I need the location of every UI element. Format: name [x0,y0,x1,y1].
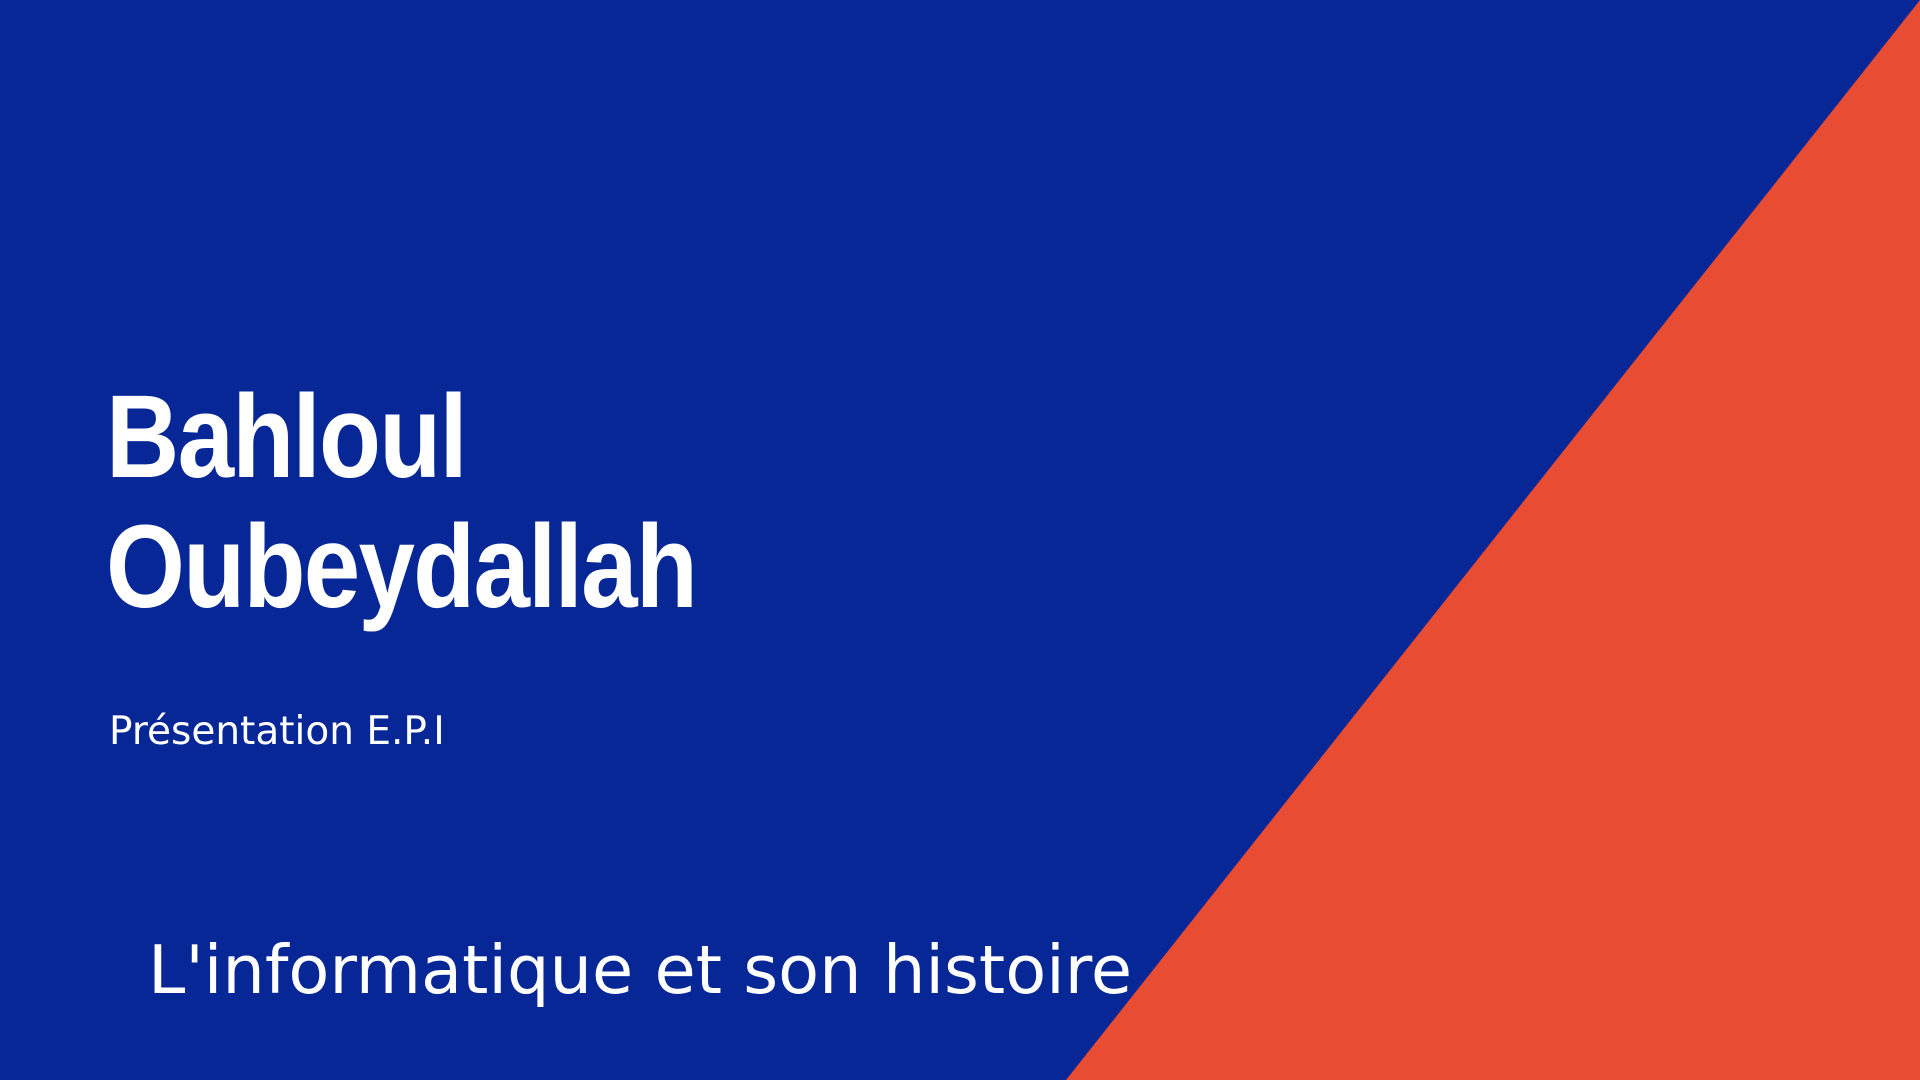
presentation-subtitle: Présentation E.P.I [109,709,445,754]
presentation-topic: L'informatique et son histoire [148,931,1133,1009]
presenter-name: Bahloul Oubeydallah [106,371,698,633]
presentation-slide: Bahloul Oubeydallah Présentation E.P.I L… [0,0,1920,1080]
orange-diagonal-shape [1066,0,1920,1080]
presenter-first-line: Bahloul [106,371,468,503]
presenter-second-line: Oubeydallah [106,501,698,633]
